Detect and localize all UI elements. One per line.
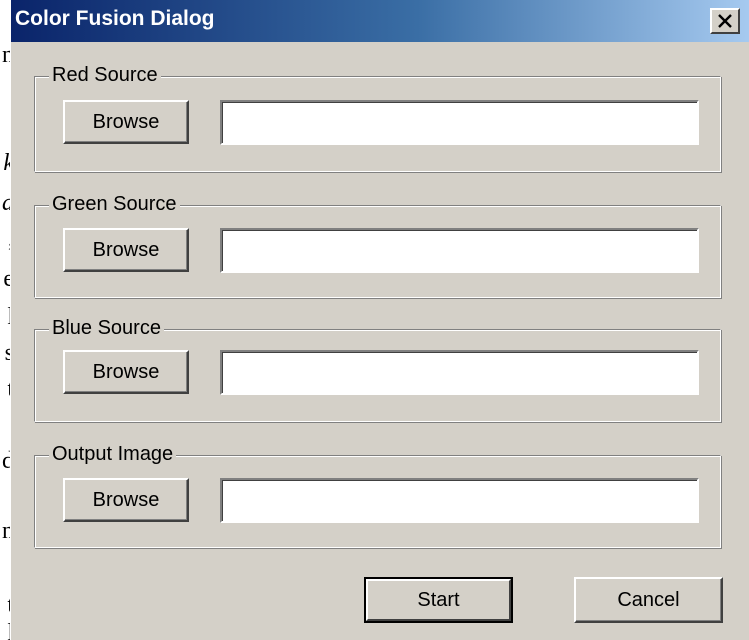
blue-source-label: Blue Source [49, 315, 164, 341]
green-source-group: Green Source Browse [34, 191, 721, 298]
color-fusion-dialog: Color Fusion Dialog Red Source Browse Gr… [10, 0, 749, 640]
title-bar[interactable]: Color Fusion Dialog [11, 0, 749, 42]
red-source-label: Red Source [49, 62, 161, 88]
output-image-group: Output Image Browse [34, 441, 721, 548]
close-x-icon [718, 14, 732, 28]
start-button[interactable]: Start [364, 577, 513, 623]
output-image-field[interactable] [220, 478, 699, 523]
red-source-group: Red Source Browse [34, 62, 721, 172]
dialog-title: Color Fusion Dialog [15, 7, 215, 30]
red-source-field[interactable] [220, 100, 699, 145]
green-source-field[interactable] [220, 228, 699, 273]
close-button[interactable] [710, 8, 740, 34]
output-image-label: Output Image [49, 441, 177, 467]
start-button-label: Start [417, 588, 460, 611]
green-browse-button[interactable]: Browse [63, 228, 189, 272]
blue-source-group: Blue Source Browse [34, 315, 721, 422]
green-source-label: Green Source [49, 191, 180, 217]
blue-browse-button[interactable]: Browse [63, 350, 189, 394]
cancel-button[interactable]: Cancel [574, 577, 723, 623]
red-browse-button[interactable]: Browse [63, 100, 189, 144]
output-browse-button[interactable]: Browse [63, 478, 189, 522]
blue-source-field[interactable] [220, 350, 699, 395]
